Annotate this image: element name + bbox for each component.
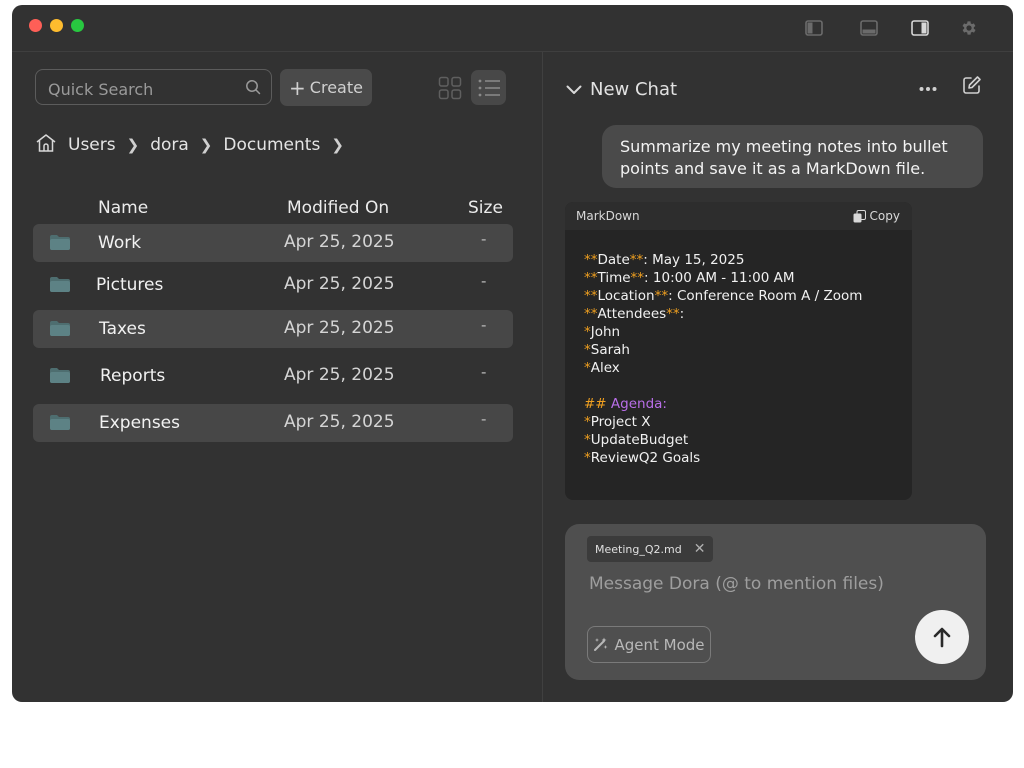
folder-icon xyxy=(49,367,71,388)
list-view-button[interactable] xyxy=(471,70,506,105)
remove-attachment-icon[interactable]: ✕ xyxy=(694,541,706,557)
code-language-label: MarkDown xyxy=(576,209,640,223)
message-input[interactable] xyxy=(587,570,901,598)
send-button[interactable] xyxy=(915,610,969,664)
chat-title-label: New Chat xyxy=(590,79,678,100)
code-line: **Time**: 10:00 AM - 11:00 AM xyxy=(584,270,795,286)
folder-icon xyxy=(49,320,71,341)
code-line: *Project X xyxy=(584,414,651,430)
quick-search[interactable] xyxy=(35,69,272,105)
folder-icon xyxy=(49,276,71,297)
panel-bottom-icon[interactable] xyxy=(858,17,880,39)
magic-wand-icon xyxy=(594,637,608,651)
code-line: *ReviewQ2 Goals xyxy=(584,450,701,466)
copy-button[interactable]: Copy xyxy=(853,209,900,223)
file-size: - xyxy=(481,410,487,428)
sidebar-right-icon[interactable] xyxy=(909,17,931,39)
code-line: *Alex xyxy=(584,360,620,376)
minimize-window-button[interactable] xyxy=(50,19,63,32)
sidebar-left-icon[interactable] xyxy=(803,17,825,39)
column-header-name[interactable]: Name xyxy=(98,198,148,218)
copy-label: Copy xyxy=(869,209,900,223)
list-view-icon xyxy=(478,79,500,96)
agent-mode-label: Agent Mode xyxy=(614,635,705,654)
file-name: Taxes xyxy=(99,319,146,339)
message-composer: Meeting_Q2.md ✕ Agent Mode xyxy=(565,524,986,680)
chevron-right-icon: ❯ xyxy=(199,136,213,154)
create-button[interactable]: + Create xyxy=(280,69,372,106)
file-name: Pictures xyxy=(96,275,164,295)
search-icon xyxy=(245,79,261,99)
code-line: *Sarah xyxy=(584,342,630,358)
folder-icon xyxy=(49,414,71,435)
file-modified: Apr 25, 2025 xyxy=(284,365,395,385)
code-line: *John xyxy=(584,324,621,340)
code-block-header: MarkDown Copy xyxy=(565,202,912,230)
copy-icon xyxy=(853,209,866,222)
home-icon[interactable] xyxy=(35,133,57,158)
breadcrumb: Users ❯ dora ❯ Documents ❯ xyxy=(35,133,344,157)
table-row[interactable]: Taxes Apr 25, 2025 - xyxy=(33,310,513,348)
column-header-size[interactable]: Size xyxy=(468,198,503,218)
app-window: + Create Users ❯ dora ❯ Documents ❯ Name… xyxy=(12,5,1013,702)
file-modified: Apr 25, 2025 xyxy=(284,318,395,338)
file-modified: Apr 25, 2025 xyxy=(284,274,395,294)
new-chat-edit-icon[interactable] xyxy=(962,75,982,95)
markdown-code-block: MarkDown Copy **Date**: May 15, 2025 **Ti… xyxy=(565,202,912,500)
create-label: Create xyxy=(309,78,363,97)
chat-title[interactable]: New Chat xyxy=(566,79,677,100)
more-options-icon[interactable] xyxy=(918,79,940,99)
file-size: - xyxy=(481,272,487,290)
file-modified: Apr 25, 2025 xyxy=(284,232,395,252)
table-row[interactable]: Pictures Apr 25, 2025 - xyxy=(33,266,513,304)
title-bar xyxy=(12,5,1013,52)
attachment-name: Meeting_Q2.md xyxy=(595,542,682,556)
plus-icon: + xyxy=(289,75,306,100)
grid-view-icon[interactable] xyxy=(438,76,462,100)
chevron-right-icon[interactable]: ❯ xyxy=(331,136,344,154)
file-modified: Apr 25, 2025 xyxy=(284,412,395,432)
pane-divider[interactable] xyxy=(542,52,543,702)
chevron-right-icon: ❯ xyxy=(126,136,140,154)
table-row[interactable]: Work Apr 25, 2025 - xyxy=(33,224,513,262)
table-row[interactable]: Reports Apr 25, 2025 - xyxy=(33,357,513,395)
maximize-window-button[interactable] xyxy=(71,19,84,32)
gear-icon[interactable] xyxy=(958,17,980,39)
breadcrumb-item-dora[interactable]: dora xyxy=(150,135,189,155)
agent-mode-button[interactable]: Agent Mode xyxy=(587,626,711,663)
breadcrumb-item-users[interactable]: Users xyxy=(68,135,116,155)
breadcrumb-item-documents[interactable]: Documents xyxy=(223,135,320,155)
table-row[interactable]: Expenses Apr 25, 2025 - xyxy=(33,404,513,442)
column-header-modified[interactable]: Modified On xyxy=(287,198,389,218)
file-size: - xyxy=(481,230,487,248)
close-window-button[interactable] xyxy=(29,19,42,32)
user-message-bubble: Summarize my meeting notes into bullet p… xyxy=(602,125,983,188)
code-line: ## Agenda: xyxy=(584,396,667,412)
file-size: - xyxy=(481,316,487,334)
code-content: **Date**: May 15, 2025 **Time**: 10:00 AM… xyxy=(565,230,912,488)
file-name: Expenses xyxy=(99,413,180,433)
chevron-down-icon xyxy=(566,79,582,100)
folder-icon xyxy=(49,234,71,255)
file-name: Reports xyxy=(100,366,166,386)
arrow-up-icon xyxy=(933,627,951,648)
file-name: Work xyxy=(98,233,142,253)
code-line: **Location**: Conference Room A / Zoom xyxy=(584,288,863,304)
attachment-chip[interactable]: Meeting_Q2.md ✕ xyxy=(587,536,714,562)
code-line: *UpdateBudget xyxy=(584,432,689,448)
file-size: - xyxy=(481,363,487,381)
search-input[interactable] xyxy=(46,77,240,101)
code-line: **Attendees**: xyxy=(584,306,685,322)
code-line: **Date**: May 15, 2025 xyxy=(584,252,745,268)
